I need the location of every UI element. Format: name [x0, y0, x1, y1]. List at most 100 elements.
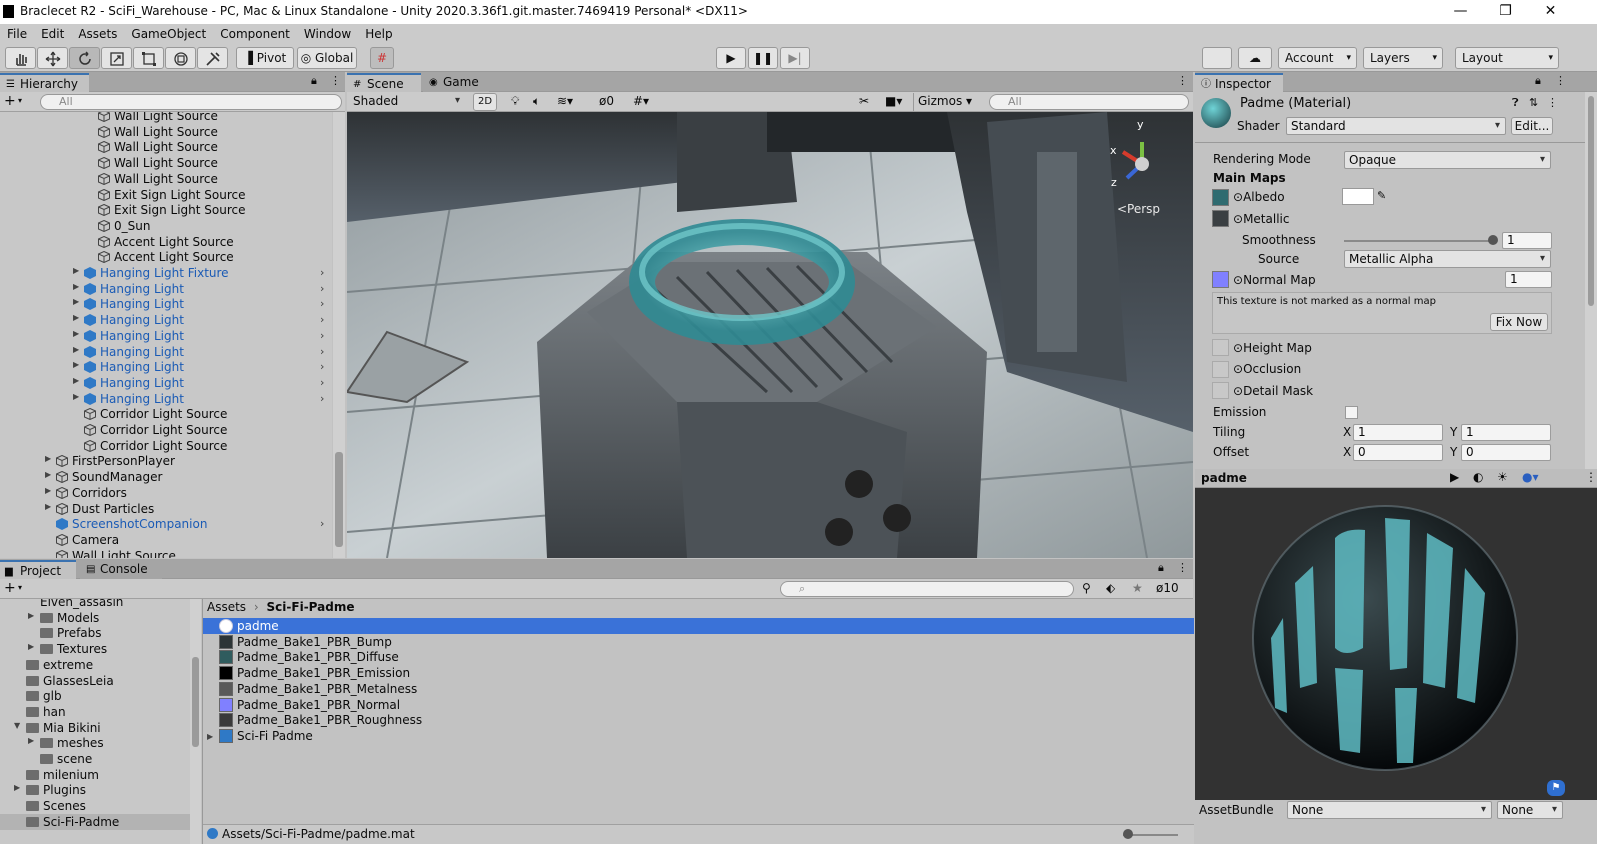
scale-tool-icon[interactable] [101, 47, 132, 69]
maximize-icon[interactable]: ❐ [1483, 0, 1528, 24]
inspector-scrollbar-thumb[interactable] [1588, 96, 1594, 306]
expand-arrow-icon[interactable]: ▶ [45, 486, 51, 495]
hierarchy-item[interactable]: Wall Light Source [98, 139, 218, 155]
pivot-toggle[interactable]: ▐ Pivot [236, 47, 294, 69]
normal-map-texture-slot[interactable] [1212, 271, 1229, 288]
expand-arrow-icon[interactable]: ▶ [73, 392, 79, 401]
audio-icon[interactable]: 🔈︎ [533, 94, 540, 109]
hierarchy-item[interactable]: Camera [56, 532, 119, 548]
hierarchy-item[interactable]: Dust Particles [56, 501, 154, 517]
shading-mode-dropdown[interactable]: Shaded [349, 93, 465, 111]
more-options-icon[interactable]: ⋮ [330, 74, 341, 87]
project-asset-item[interactable]: Padme_Bake1_PBR_Diffuse [203, 649, 1194, 665]
shader-dropdown[interactable]: Standard [1286, 117, 1506, 135]
open-prefab-chevron-icon[interactable]: › [320, 392, 324, 405]
edit-shader-button[interactable]: Edit... [1511, 117, 1553, 135]
fix-now-button[interactable]: Fix Now [1490, 313, 1548, 331]
hierarchy-item[interactable]: Corridors [56, 485, 127, 501]
tab-console[interactable]: ▤ Console [80, 560, 162, 579]
search-by-label-icon[interactable]: ⬖ [1106, 581, 1115, 595]
layers-dropdown[interactable]: Layers ▾ [1363, 47, 1443, 69]
more-options-icon[interactable]: ⋮ [1585, 470, 1597, 484]
expand-arrow-icon[interactable]: ▶ [28, 611, 34, 620]
hidden-objects-icon[interactable]: ø0 [599, 94, 614, 108]
hierarchy-item[interactable]: SoundManager [56, 469, 162, 485]
perspective-label[interactable]: <Persp [1117, 202, 1160, 216]
global-toggle[interactable]: ◎ Global [297, 47, 357, 69]
project-folder-item[interactable]: han [26, 704, 66, 720]
help-icon[interactable]: ❓︎ [1512, 96, 1519, 110]
grid-icon[interactable]: #▾ [633, 94, 649, 108]
project-folder-item[interactable]: Sci-Fi-Padme [0, 813, 190, 830]
lock-icon[interactable]: 🔒︎ [1158, 561, 1164, 575]
expand-arrow-icon[interactable]: ▶ [207, 729, 213, 745]
open-prefab-chevron-icon[interactable]: › [320, 297, 324, 310]
minimize-icon[interactable]: — [1438, 0, 1483, 24]
expand-arrow-icon[interactable]: ▶ [73, 345, 79, 354]
hierarchy-item[interactable]: Wall Light Source [98, 171, 218, 187]
project-folder-item[interactable]: Scenes [26, 798, 86, 814]
more-options-icon[interactable]: ⋮ [1177, 561, 1188, 574]
project-folder-item[interactable]: extreme [26, 657, 93, 673]
project-search-input[interactable]: ⌕ [780, 581, 1074, 597]
height-map-texture-slot[interactable] [1212, 339, 1229, 356]
hierarchy-item[interactable]: Hanging Light [84, 312, 184, 328]
project-tree-scrollbar-thumb[interactable] [192, 657, 199, 747]
albedo-texture-slot[interactable] [1212, 189, 1229, 206]
expand-arrow-icon[interactable]: ▶ [73, 266, 79, 275]
hierarchy-search-input[interactable]: All [40, 94, 342, 110]
menu-gameobject[interactable]: GameObject [124, 24, 213, 44]
open-prefab-chevron-icon[interactable]: › [320, 360, 324, 373]
offset-y-field[interactable]: 0 [1461, 444, 1551, 461]
move-tool-icon[interactable] [37, 47, 68, 69]
hand-tool-icon[interactable] [5, 47, 36, 69]
assetbundle-dropdown[interactable]: None [1287, 801, 1492, 819]
project-folder-item[interactable]: Plugins [26, 782, 86, 798]
project-folder-item[interactable]: Prefabs [40, 625, 102, 641]
project-asset-item[interactable]: Padme_Bake1_PBR_Bump [203, 634, 1194, 650]
project-tree-scrollbar[interactable] [190, 599, 201, 844]
assetbundle-variant-dropdown[interactable]: None [1497, 801, 1563, 819]
light-icon[interactable]: ◐ [1473, 470, 1483, 484]
hierarchy-item[interactable]: Hanging Light [84, 359, 184, 375]
hierarchy-item[interactable]: Corridor Light Source [84, 422, 227, 438]
favorite-star-icon[interactable]: ★ [1132, 581, 1143, 595]
hierarchy-item[interactable]: Hanging Light [84, 281, 184, 297]
play-preview-icon[interactable]: ▶ [1450, 470, 1459, 484]
gizmo-axis-x[interactable]: x [1110, 144, 1117, 157]
hierarchy-item[interactable]: Corridor Light Source [84, 438, 227, 454]
menu-file[interactable]: File [0, 24, 34, 44]
project-folder-item[interactable]: Textures [40, 641, 107, 657]
project-folder-item[interactable]: meshes [40, 735, 104, 751]
tab-game[interactable]: ◉ Game [423, 73, 489, 92]
open-prefab-chevron-icon[interactable]: › [320, 329, 324, 342]
hierarchy-scrollbar[interactable] [333, 112, 345, 558]
expand-arrow-icon[interactable]: ▶ [73, 313, 79, 322]
hierarchy-item[interactable]: Hanging Light [84, 328, 184, 344]
open-prefab-chevron-icon[interactable]: › [320, 282, 324, 295]
menu-assets[interactable]: Assets [71, 24, 124, 44]
rotate-tool-icon[interactable] [69, 47, 100, 69]
eyedropper-icon[interactable]: ✎ [1377, 189, 1386, 202]
smoothness-field[interactable]: 1 [1502, 232, 1552, 249]
project-asset-item[interactable]: Padme_Bake1_PBR_Metalness [203, 681, 1194, 697]
open-prefab-chevron-icon[interactable]: › [320, 517, 324, 530]
hierarchy-item[interactable]: Hanging Light [84, 344, 184, 360]
lighting-icon[interactable]: 💡︎ [511, 94, 519, 109]
step-button[interactable]: ▶| [780, 47, 810, 69]
project-folder-item[interactable]: GlassesLeia [26, 673, 114, 689]
hierarchy-item[interactable]: Hanging Light [84, 391, 184, 407]
tools-icon[interactable]: ✂ [859, 94, 869, 108]
layout-dropdown[interactable]: Layout ▾ [1455, 47, 1559, 69]
metallic-texture-slot[interactable] [1212, 210, 1229, 227]
chevron-down-icon[interactable]: ▾ [18, 583, 22, 592]
scene-viewport[interactable]: y x z <Persp [347, 112, 1193, 558]
lock-icon[interactable]: 🔒︎ [311, 74, 317, 88]
project-folder-item[interactable]: glb [26, 688, 62, 704]
hierarchy-item[interactable]: Accent Light Source [98, 234, 234, 250]
camera-icon[interactable]: ■▾ [885, 94, 902, 108]
transform-tool-icon[interactable] [165, 47, 196, 69]
hierarchy-item[interactable]: ScreenshotCompanion [56, 516, 207, 532]
offset-x-field[interactable]: 0 [1353, 444, 1443, 461]
expand-arrow-icon[interactable]: ▶ [45, 470, 51, 479]
